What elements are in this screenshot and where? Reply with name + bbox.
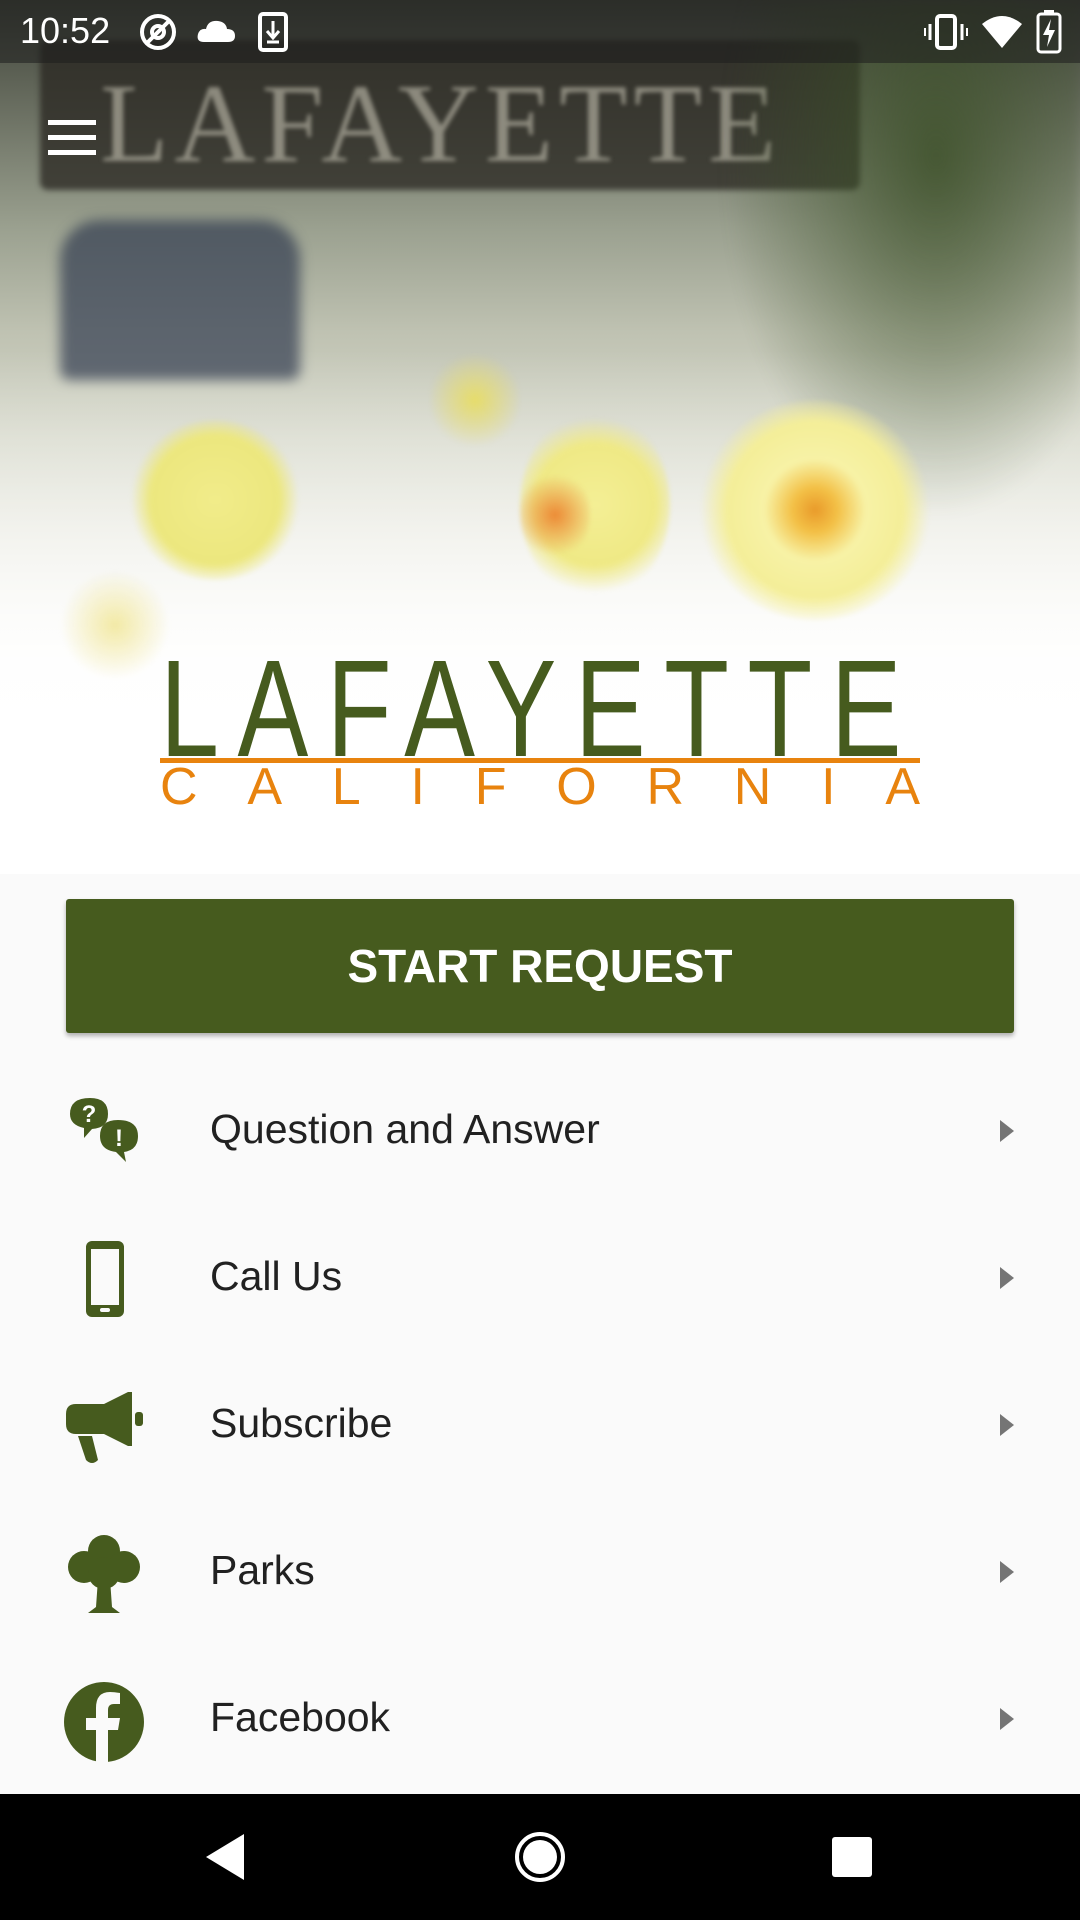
cloud-icon bbox=[197, 20, 235, 42]
menu-item-question-and-answer[interactable]: ? ! Question and Answer bbox=[0, 1058, 1080, 1205]
menu-item-label: Question and Answer bbox=[210, 1106, 600, 1152]
lafayette-logo: LAFAYETTE CALIFORNIA bbox=[160, 640, 920, 816]
menu-list: ? ! Question and Answer Call Us Subscrib… bbox=[0, 1058, 1080, 1793]
menu-item-facebook[interactable]: Facebook bbox=[0, 1646, 1080, 1793]
home-button[interactable] bbox=[500, 1820, 580, 1894]
chevron-right-icon bbox=[1000, 1267, 1014, 1289]
svg-text:?: ? bbox=[82, 1101, 97, 1128]
menu-button[interactable] bbox=[40, 110, 104, 166]
svg-text:!: ! bbox=[115, 1125, 123, 1152]
back-triangle-icon bbox=[206, 1834, 244, 1880]
daffodil-flower bbox=[430, 350, 520, 450]
daffodil-flower bbox=[130, 420, 300, 580]
wifi-icon bbox=[982, 16, 1022, 48]
chevron-right-icon bbox=[1000, 1561, 1014, 1583]
menu-item-label: Parks bbox=[210, 1547, 315, 1593]
download-icon bbox=[258, 12, 288, 52]
hamburger-menu-icon bbox=[48, 120, 96, 155]
background-sign-text: LAFAYETTE bbox=[100, 62, 783, 186]
status-bar: 10:52 bbox=[0, 0, 1080, 63]
tree-icon bbox=[68, 1535, 140, 1613]
question-answer-icon: ? ! bbox=[70, 1098, 138, 1162]
phone-icon bbox=[86, 1241, 124, 1317]
navigation-bar bbox=[0, 1794, 1080, 1920]
menu-item-parks[interactable]: Parks bbox=[0, 1499, 1080, 1646]
recents-square-icon bbox=[832, 1837, 872, 1877]
daffodil-flower bbox=[520, 470, 590, 560]
menu-item-call-us[interactable]: Call Us bbox=[0, 1205, 1080, 1352]
chevron-right-icon bbox=[1000, 1414, 1014, 1436]
menu-item-subscribe[interactable]: Subscribe bbox=[0, 1352, 1080, 1499]
menu-item-label: Call Us bbox=[210, 1253, 343, 1299]
at-sign-icon bbox=[140, 14, 176, 50]
background-car bbox=[60, 220, 300, 380]
back-button[interactable] bbox=[186, 1820, 266, 1894]
battery-charging-icon bbox=[1036, 10, 1062, 54]
hero-banner: LAFAYETTE LAFAYETTE CALIFORNIA bbox=[0, 0, 1080, 874]
recents-button[interactable] bbox=[812, 1820, 892, 1894]
chevron-right-icon bbox=[1000, 1708, 1014, 1730]
megaphone-icon bbox=[66, 1392, 143, 1463]
home-circle-icon bbox=[515, 1832, 565, 1882]
daffodil-flower bbox=[700, 400, 930, 620]
menu-item-label: Subscribe bbox=[210, 1400, 393, 1446]
vibrate-icon bbox=[924, 14, 968, 50]
chevron-right-icon bbox=[1000, 1120, 1014, 1142]
menu-item-label: Facebook bbox=[210, 1694, 391, 1740]
facebook-icon bbox=[64, 1682, 144, 1762]
start-request-button[interactable]: START REQUEST bbox=[66, 899, 1014, 1033]
status-time: 10:52 bbox=[20, 10, 111, 51]
